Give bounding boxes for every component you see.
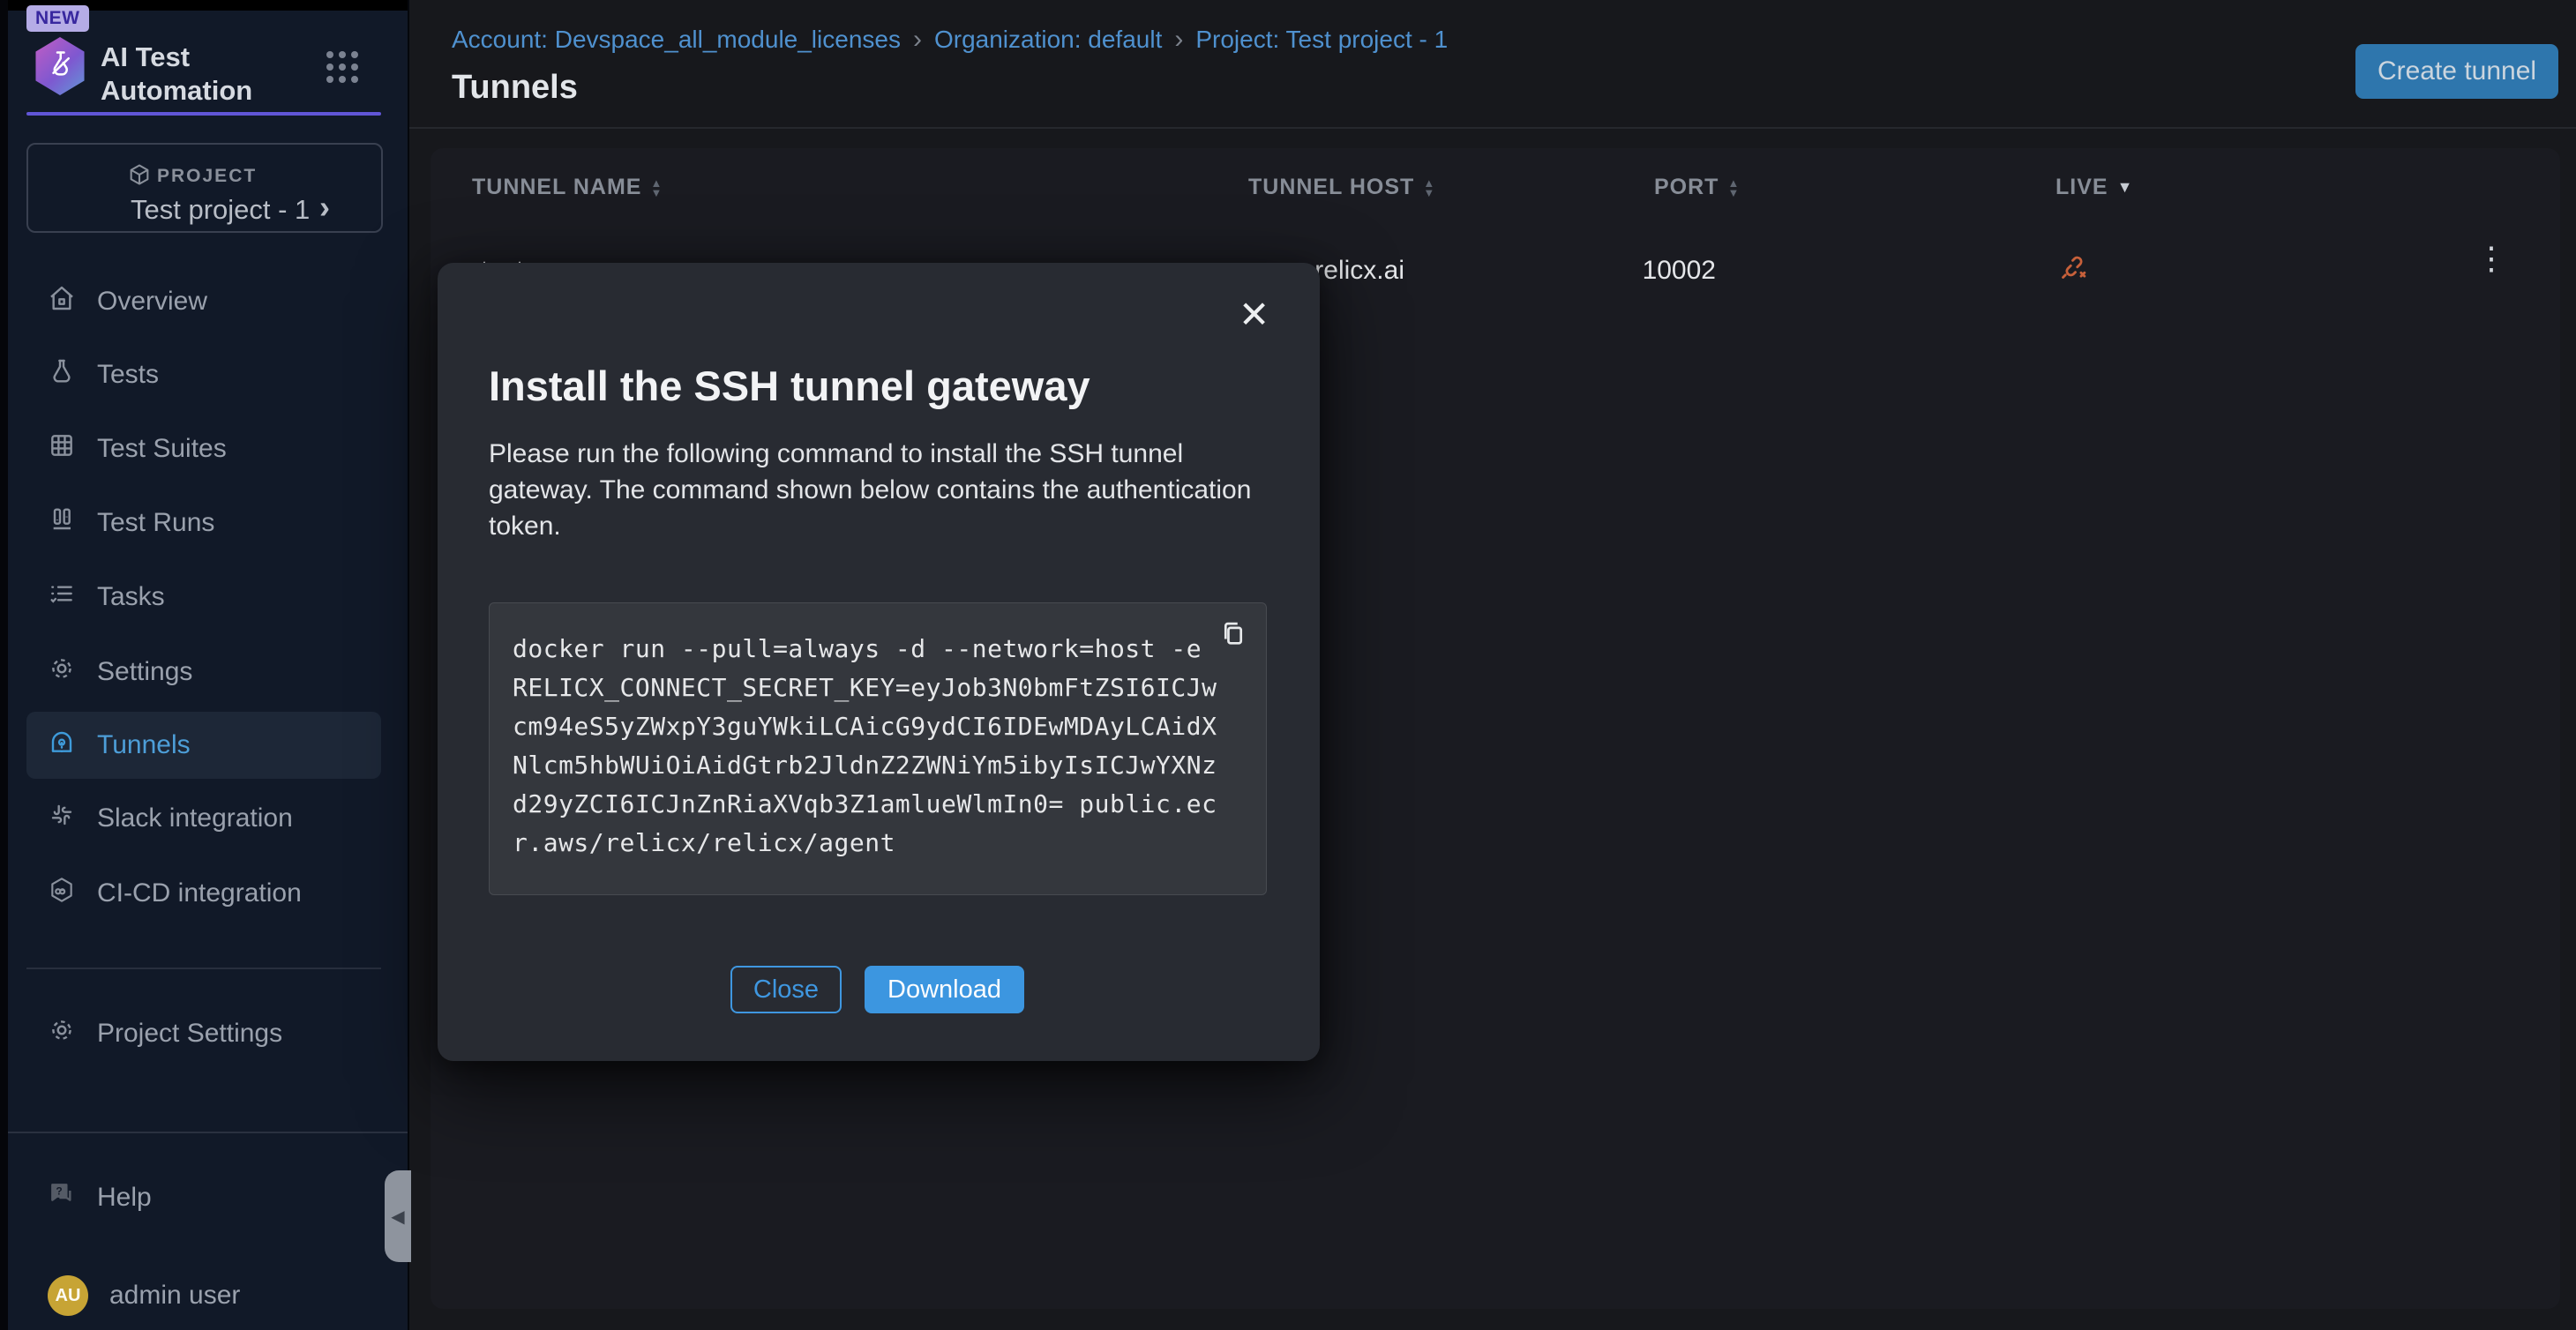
sidebar-bottom-divider (0, 1132, 408, 1133)
home-icon (48, 284, 76, 319)
sidebar-item-label: CI-CD integration (97, 878, 302, 908)
project-name: Test project - 1 (131, 194, 310, 226)
checklist-icon (48, 579, 76, 615)
avatar: AU (48, 1275, 88, 1316)
sort-icon: ▲▼ (1423, 178, 1435, 198)
column-header-tunnel-name[interactable]: TUNNEL NAME ▲▼ (472, 175, 663, 200)
page-title: Tunnels (452, 69, 578, 107)
sidebar-item-label: Help (97, 1183, 152, 1213)
sidebar-item-label: Tasks (97, 582, 165, 612)
sidebar-item-test-runs[interactable]: Test Runs (26, 489, 381, 557)
help-chat-icon: ? (48, 1180, 76, 1215)
app-title: AI Test Automation (101, 41, 252, 108)
disconnected-plug-icon (2058, 250, 2090, 289)
new-badge: NEW (26, 5, 89, 32)
modal-title: Install the SSH tunnel gateway (489, 362, 1090, 410)
sidebar-item-label: Tests (97, 360, 159, 390)
row-actions-kebab-icon[interactable]: ⋮ (2475, 243, 2507, 273)
window-edge-left (0, 0, 8, 1330)
sidebar-item-cicd-integration[interactable]: CI-CD integration (26, 860, 381, 927)
grid-table-icon (48, 431, 76, 467)
apps-grid-icon[interactable] (326, 51, 365, 86)
port-cell: 10002 (1560, 256, 1716, 286)
sidebar-item-label: Tunnels (97, 730, 191, 760)
sidebar-item-label: Overview (97, 287, 207, 317)
test-runs-icon (48, 505, 76, 541)
breadcrumb-account[interactable]: Account: Devspace_all_module_licenses (452, 26, 901, 54)
modal-download-button[interactable]: Download (865, 966, 1024, 1013)
create-tunnel-button[interactable]: Create tunnel (2355, 44, 2558, 99)
sidebar-item-slack-integration[interactable]: Slack integration (26, 785, 381, 852)
breadcrumb-project[interactable]: Project: Test project - 1 (1195, 26, 1448, 54)
slack-icon (48, 801, 76, 836)
sidebar-item-label: Settings (97, 657, 192, 687)
column-header-live[interactable]: LIVE ▼ (2056, 175, 2133, 200)
project-label: PROJECT (157, 166, 257, 187)
column-label: PORT (1654, 175, 1719, 200)
sidebar-item-overview[interactable]: Overview (26, 268, 381, 335)
sidebar-item-label: Project Settings (97, 1019, 282, 1049)
install-ssh-gateway-modal: ✕ Install the SSH tunnel gateway Please … (438, 263, 1320, 1061)
flask-link-icon (44, 49, 76, 85)
sidebar-item-tests[interactable]: Tests (26, 341, 381, 408)
cicd-infinity-icon (48, 876, 76, 911)
sidebar-item-label: Slack integration (97, 803, 293, 833)
sidebar-divider (26, 968, 381, 969)
sidebar-item-project-settings[interactable]: Project Settings (26, 1000, 381, 1067)
column-label: LIVE (2056, 175, 2108, 200)
gear-icon (48, 1016, 76, 1051)
sort-icon: ▲▼ (650, 178, 663, 198)
tunnel-icon (48, 728, 76, 763)
sidebar-item-label: Test Runs (97, 508, 214, 538)
sidebar-item-label: Test Suites (97, 434, 227, 464)
sidebar: NEW AI Test Automation PROJECT Test proj… (0, 0, 409, 1330)
sidebar-collapse-handle[interactable]: ◀ (385, 1170, 411, 1262)
chevron-separator-icon: › (901, 25, 934, 55)
copy-icon[interactable] (1217, 617, 1250, 655)
svg-text:?: ? (56, 1185, 62, 1198)
close-icon[interactable]: ✕ (1239, 296, 1269, 333)
docker-command: docker run --pull=always -d --network=ho… (490, 603, 1266, 863)
project-selector[interactable]: PROJECT Test project - 1 › (26, 143, 383, 233)
sidebar-item-test-suites[interactable]: Test Suites (26, 415, 381, 482)
user-menu[interactable]: AU admin user (26, 1262, 381, 1329)
column-header-tunnel-host[interactable]: TUNNEL HOST ▲▼ (1248, 175, 1435, 200)
package-icon (127, 162, 152, 191)
column-label: TUNNEL NAME (472, 175, 641, 200)
collapse-arrow-icon: ◀ (391, 1206, 404, 1228)
modal-description: Please run the following command to inst… (489, 436, 1265, 544)
breadcrumb: Account: Devspace_all_module_licenses › … (452, 25, 1448, 55)
chevron-separator-icon: › (1162, 25, 1195, 55)
column-label: TUNNEL HOST (1248, 175, 1414, 200)
header-divider (409, 127, 2576, 129)
breadcrumb-organization[interactable]: Organization: default (934, 26, 1162, 54)
sidebar-item-help[interactable]: ? Help (26, 1164, 381, 1231)
flask-icon (48, 357, 76, 392)
user-name: admin user (109, 1281, 240, 1311)
command-code-block: docker run --pull=always -d --network=ho… (489, 602, 1267, 895)
column-header-port[interactable]: PORT ▲▼ (1654, 175, 1740, 200)
app-logo[interactable] (32, 37, 88, 95)
modal-close-button[interactable]: Close (730, 966, 842, 1013)
sort-desc-icon: ▼ (2117, 178, 2134, 197)
sort-icon: ▲▼ (1727, 178, 1740, 198)
chevron-right-icon: › (319, 189, 330, 226)
brand-accent-divider (26, 112, 381, 116)
sidebar-item-tasks[interactable]: Tasks (26, 564, 381, 631)
gear-icon (48, 654, 76, 690)
sidebar-item-settings[interactable]: Settings (26, 639, 381, 706)
sidebar-item-tunnels[interactable]: Tunnels (26, 712, 381, 779)
